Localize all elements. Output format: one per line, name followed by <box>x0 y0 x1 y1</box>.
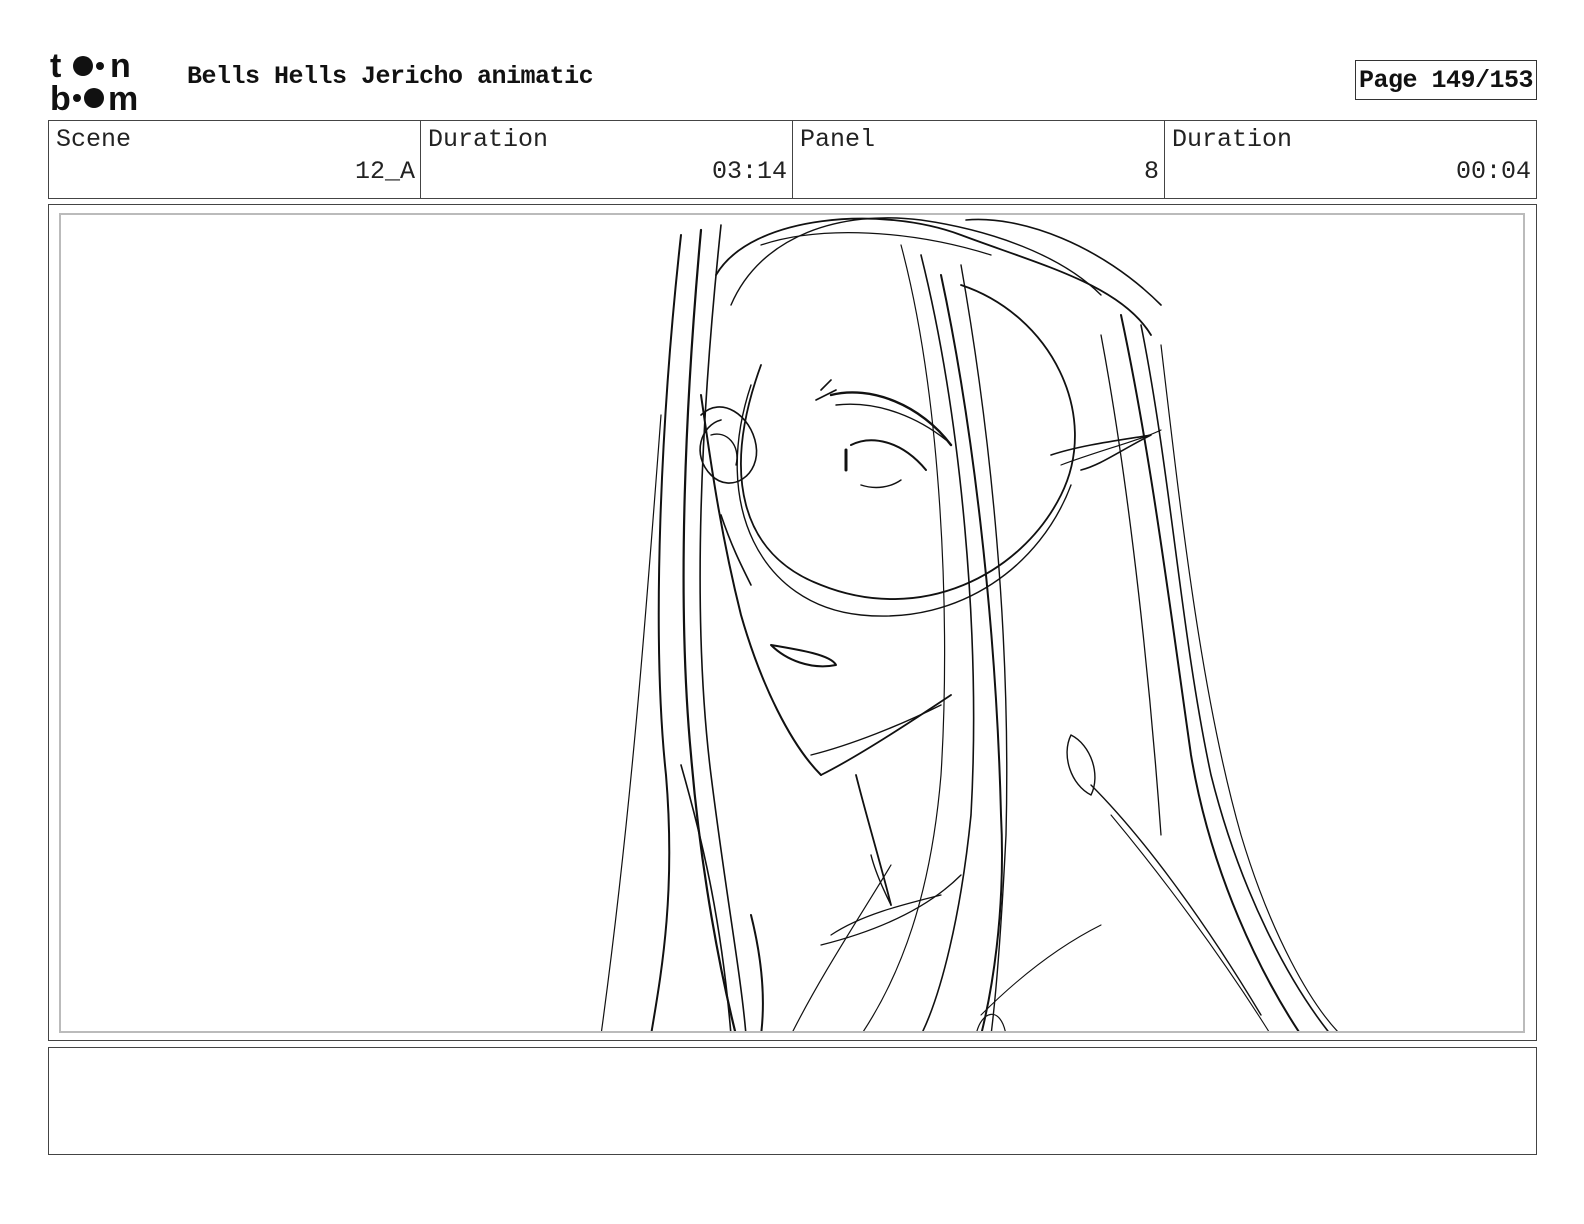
panel-label: Panel <box>800 125 876 154</box>
panel-duration-cell: Duration 00:04 <box>1165 121 1536 198</box>
project-title: Bells Hells Jericho animatic <box>187 62 594 91</box>
panel-duration-label: Duration <box>1172 125 1293 154</box>
storyboard-panel-frame <box>48 204 1537 1041</box>
scene-duration-label: Duration <box>428 125 549 154</box>
panel-duration-value: 00:04 <box>1455 157 1531 186</box>
scene-label: Scene <box>56 125 132 154</box>
storyboard-panel-image <box>59 213 1525 1033</box>
panel-cell: Panel 8 <box>793 121 1165 198</box>
panel-notes-box <box>48 1047 1537 1155</box>
scene-info-row: Scene 12_A Duration 03:14 Panel 8 Durati… <box>48 120 1537 199</box>
character-sketch <box>600 217 1339 1031</box>
panel-value: 8 <box>1143 157 1159 186</box>
page-number: Page 149/153 <box>1355 60 1537 100</box>
scene-duration-cell: Duration 03:14 <box>421 121 793 198</box>
scene-duration-value: 03:14 <box>711 157 787 186</box>
scene-value: 12_A <box>354 157 415 186</box>
logo-letter-m: m <box>108 80 138 112</box>
toonboom-logo-mark: t n b m <box>50 47 138 118</box>
logo-letter-b: b <box>50 80 71 112</box>
scene-cell: Scene 12_A <box>49 121 421 198</box>
toonboom-logo: t n b m <box>50 47 166 118</box>
